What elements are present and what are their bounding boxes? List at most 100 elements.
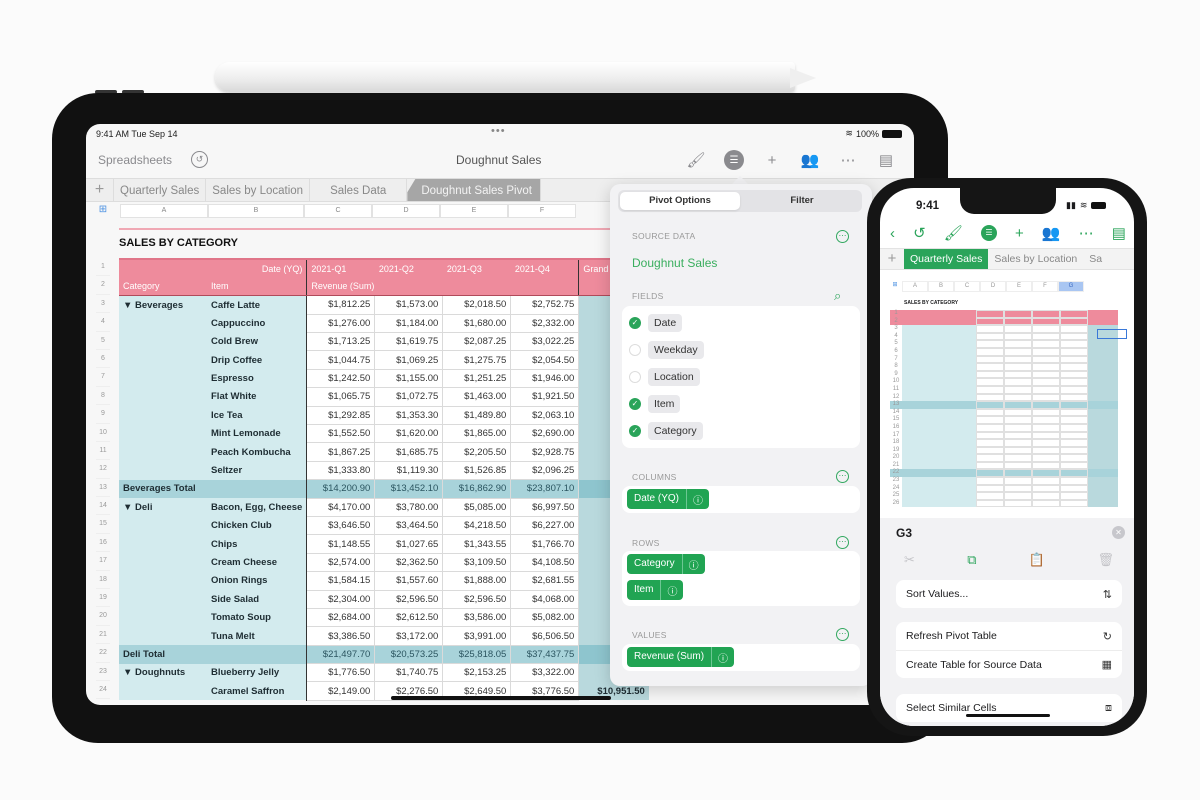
more-icon[interactable]: ⋯ <box>838 150 858 170</box>
add-sheet-button[interactable]: + <box>86 179 114 201</box>
mini-cell[interactable] <box>936 347 976 356</box>
mini-cell[interactable] <box>1060 401 1088 409</box>
row-number[interactable]: 22 <box>890 469 902 478</box>
mini-cell[interactable] <box>936 446 976 455</box>
format-brush-icon[interactable]: 🖌 <box>944 224 963 242</box>
column-header[interactable]: F <box>508 204 576 218</box>
value-cell[interactable]: $1,867.25 <box>306 442 376 462</box>
back-icon[interactable]: ‹ <box>890 225 895 242</box>
row-number[interactable]: 3 <box>890 325 902 333</box>
mini-cell[interactable] <box>1060 446 1088 455</box>
value-cell[interactable]: $1,680.00 <box>442 313 512 334</box>
row-number[interactable]: 18 <box>96 571 110 590</box>
rows-pill[interactable]: Item ⓘ <box>627 580 684 600</box>
mini-cell[interactable] <box>1088 347 1118 356</box>
value-cell[interactable]: $1,620.00 <box>374 424 444 444</box>
mini-cell[interactable] <box>976 492 1004 500</box>
row-number[interactable]: 8 <box>890 363 902 371</box>
value-cell[interactable]: $5,085.00 <box>442 497 512 517</box>
item-cell[interactable]: Tuna Melt <box>207 626 308 646</box>
mini-cell[interactable] <box>902 408 936 417</box>
item-cell[interactable]: Blueberry Jelly <box>207 663 308 682</box>
mini-cell[interactable] <box>1060 317 1088 326</box>
mini-cell[interactable] <box>902 385 936 394</box>
mini-cell[interactable] <box>976 385 1004 394</box>
mini-cell[interactable] <box>1032 408 1060 417</box>
mini-cell[interactable] <box>902 499 936 508</box>
mini-cell[interactable] <box>1088 439 1118 447</box>
value-cell[interactable]: $1,573.00 <box>374 295 444 315</box>
mini-cell[interactable] <box>936 461 976 470</box>
mini-cell[interactable] <box>1088 492 1118 500</box>
mini-cell[interactable] <box>1088 408 1118 417</box>
item-cell[interactable]: Chips <box>207 534 308 554</box>
info-icon[interactable]: ⓘ <box>661 583 683 598</box>
mini-cell[interactable] <box>1004 378 1032 386</box>
mini-cell[interactable] <box>1004 484 1032 493</box>
mini-cell[interactable] <box>1060 310 1088 318</box>
value-cell[interactable]: $1,865.00 <box>442 424 512 444</box>
row-number[interactable]: 9 <box>96 405 110 424</box>
mini-cell[interactable] <box>976 401 1004 409</box>
mini-cell[interactable] <box>1032 431 1060 440</box>
mini-cell[interactable] <box>976 317 1004 326</box>
mini-cell[interactable] <box>1032 461 1060 470</box>
unchecked-icon[interactable] <box>629 370 641 383</box>
item-cell[interactable]: Ice Tea <box>207 406 308 425</box>
mini-cell[interactable] <box>1060 423 1088 432</box>
quarter-header[interactable]: 2021-Q2 <box>374 259 443 278</box>
value-cell[interactable]: $2,612.50 <box>374 607 444 628</box>
row-number[interactable]: 5 <box>96 332 110 350</box>
value-cell[interactable]: $2,153.25 <box>442 663 512 683</box>
row-number[interactable]: 19 <box>890 447 902 455</box>
row-number[interactable]: 1 <box>890 310 902 318</box>
mini-cell[interactable] <box>1088 355 1118 364</box>
mini-cell[interactable] <box>1004 393 1032 402</box>
mini-cell[interactable] <box>1032 499 1060 508</box>
mini-cell[interactable] <box>1060 416 1088 424</box>
row-number[interactable]: 6 <box>96 350 110 369</box>
mini-cell[interactable] <box>1032 423 1060 432</box>
value-cell[interactable]: $16,862.90 <box>442 479 512 499</box>
field-name[interactable]: Weekday <box>648 340 704 359</box>
quarter-header[interactable]: 2021-Q1 <box>306 259 375 278</box>
value-cell[interactable]: $1,584.15 <box>306 571 376 591</box>
row-number[interactable]: 16 <box>96 534 110 553</box>
value-cell[interactable]: $1,072.75 <box>374 387 444 407</box>
values-more-icon[interactable]: ⋯ <box>836 628 849 641</box>
mini-cell[interactable] <box>1060 499 1088 508</box>
category-cell[interactable] <box>119 534 207 554</box>
mini-cell[interactable] <box>976 423 1004 432</box>
value-cell[interactable]: $2,362.50 <box>374 552 444 573</box>
mini-cell[interactable] <box>1060 454 1088 462</box>
value-cell[interactable]: $1,557.60 <box>374 571 444 591</box>
mini-cell[interactable] <box>976 332 1004 341</box>
search-icon[interactable]: ⌕ <box>834 288 841 304</box>
value-cell[interactable]: $2,574.00 <box>306 552 376 573</box>
mini-cell[interactable] <box>936 355 976 364</box>
mini-cell[interactable] <box>1032 416 1060 424</box>
mini-cell[interactable] <box>936 378 976 386</box>
row-number[interactable]: 23 <box>890 477 902 485</box>
mini-cell[interactable] <box>1004 416 1032 424</box>
mini-cell[interactable] <box>1004 461 1032 470</box>
value-cell[interactable]: $3,780.00 <box>374 497 444 517</box>
row-number[interactable]: 4 <box>96 313 110 332</box>
column-header[interactable]: B <box>928 281 954 292</box>
mini-cell[interactable] <box>1088 477 1118 485</box>
value-cell[interactable]: $23,807.10 <box>510 479 580 499</box>
value-cell[interactable]: $1,353.30 <box>374 405 444 426</box>
row-number[interactable]: 26 <box>890 500 902 508</box>
row-number[interactable]: 21 <box>890 462 902 470</box>
item-cell[interactable]: Onion Rings <box>207 571 308 591</box>
mini-cell[interactable] <box>1004 401 1032 409</box>
mini-cell[interactable] <box>976 477 1004 485</box>
tab-sales-by-location[interactable]: Sales by Location <box>988 249 1083 269</box>
value-cell[interactable]: $2,690.00 <box>510 424 580 444</box>
row-number[interactable]: 19 <box>96 589 110 608</box>
value-cell[interactable]: $2,596.50 <box>374 589 444 609</box>
value-cell[interactable]: $2,018.50 <box>442 295 512 315</box>
value-cell[interactable]: $2,063.10 <box>510 405 580 426</box>
mini-cell[interactable] <box>936 370 976 379</box>
mini-cell[interactable] <box>1004 492 1032 500</box>
